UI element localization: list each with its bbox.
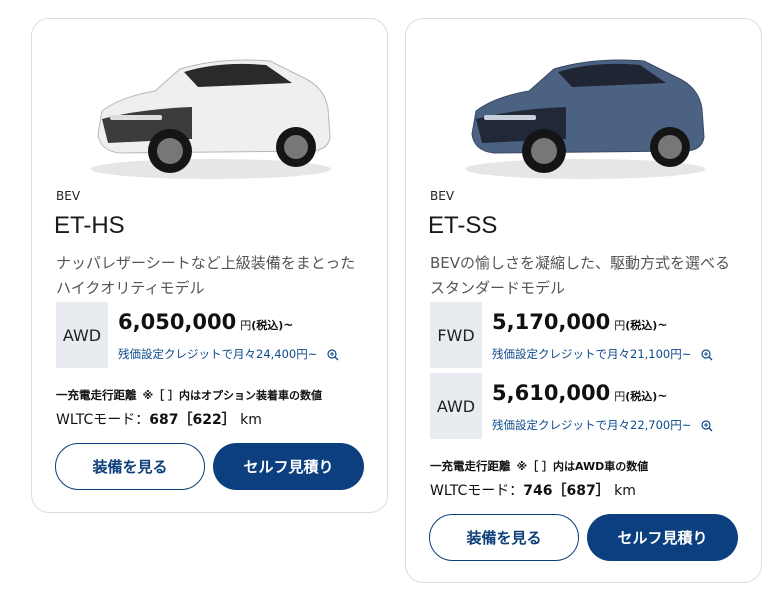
- trim-name: ET-SS: [428, 212, 498, 239]
- zoom-in-icon[interactable]: [327, 348, 339, 361]
- view-equipment-button[interactable]: 装備を見る: [55, 443, 205, 490]
- price-tax-note: (税込): [625, 390, 658, 403]
- trim-description: BEVの愉しさを凝縮した、駆動方式を選べるスタンダードモデル: [430, 254, 731, 297]
- range-title: 一充電走行距離 ※［ ］内はオプション装着車の数値: [56, 387, 322, 403]
- credit-link[interactable]: 残価設定クレジットで月々21,100円~: [492, 346, 713, 362]
- price-tax-note: (税込): [625, 319, 658, 332]
- range-label: WLTCモード：: [56, 412, 150, 428]
- self-quote-button[interactable]: セルフ見積り: [213, 443, 364, 490]
- drive-type-badge: AWD: [56, 302, 108, 368]
- range-title-text: 一充電走行距離: [56, 388, 137, 402]
- range-label: WLTCモード：: [430, 483, 524, 499]
- price-tilde: ~: [283, 318, 294, 332]
- range-note: ※［ ］内はオプション装着車の数値: [142, 389, 323, 402]
- car-image-white: [91, 59, 331, 179]
- self-quote-button[interactable]: セルフ見積り: [587, 514, 738, 561]
- range-value: WLTCモード：687［622］ km: [56, 409, 262, 429]
- fuel-type: BEV: [56, 189, 81, 203]
- price: 6,050,000 円(税込)~: [118, 310, 293, 334]
- view-equipment-button[interactable]: 装備を見る: [429, 514, 579, 561]
- credit-link[interactable]: 残価設定クレジットで月々24,400円~: [118, 346, 339, 362]
- credit-text: 残価設定クレジットで月々24,400円~: [118, 347, 318, 361]
- zoom-in-icon[interactable]: [701, 419, 713, 432]
- drive-type-badge: FWD: [430, 302, 482, 368]
- price-value: 5,170,000: [492, 310, 611, 334]
- zoom-in-icon[interactable]: [701, 348, 713, 361]
- price-value: 5,610,000: [492, 381, 611, 405]
- price: 5,610,000 円(税込)~: [492, 381, 667, 405]
- price-value: 6,050,000: [118, 310, 237, 334]
- credit-text: 残価設定クレジットで月々22,700円~: [492, 418, 692, 432]
- credit-link[interactable]: 残価設定クレジットで月々22,700円~: [492, 417, 713, 433]
- trim-description: ナッパレザーシートなど上級装備をまとったハイクオリティモデル: [56, 254, 356, 297]
- range-number: 687［622］: [149, 412, 236, 428]
- credit-text: 残価設定クレジットで月々21,100円~: [492, 347, 692, 361]
- price: 5,170,000 円(税込)~: [492, 310, 667, 334]
- price-tax-note: (税込): [251, 319, 284, 332]
- range-unit: km: [614, 483, 636, 499]
- car-image-blue: [465, 59, 705, 179]
- fuel-type: BEV: [430, 189, 455, 203]
- range-unit: km: [240, 412, 262, 428]
- trim-card-et-ss: BEV ET-SS BEVの愉しさを凝縮した、駆動方式を選べるスタンダードモデル…: [405, 18, 762, 583]
- range-value: WLTCモード：746［687］ km: [430, 480, 636, 500]
- price-tilde: ~: [657, 318, 668, 332]
- price-unit: 円: [240, 319, 252, 332]
- range-note: ※［ ］内はAWD車の数値: [516, 460, 649, 473]
- drive-type-badge: AWD: [430, 373, 482, 439]
- range-title-text: 一充電走行距離: [430, 459, 511, 473]
- price-tilde: ~: [657, 389, 668, 403]
- trim-name: ET-HS: [54, 212, 125, 239]
- price-unit: 円: [614, 319, 626, 332]
- trim-card-et-hs: BEV ET-HS ナッパレザーシートなど上級装備をまとったハイクオリティモデル…: [31, 18, 388, 513]
- range-number: 746［687］: [523, 483, 610, 499]
- range-title: 一充電走行距離 ※［ ］内はAWD車の数値: [430, 458, 648, 474]
- price-unit: 円: [614, 390, 626, 403]
